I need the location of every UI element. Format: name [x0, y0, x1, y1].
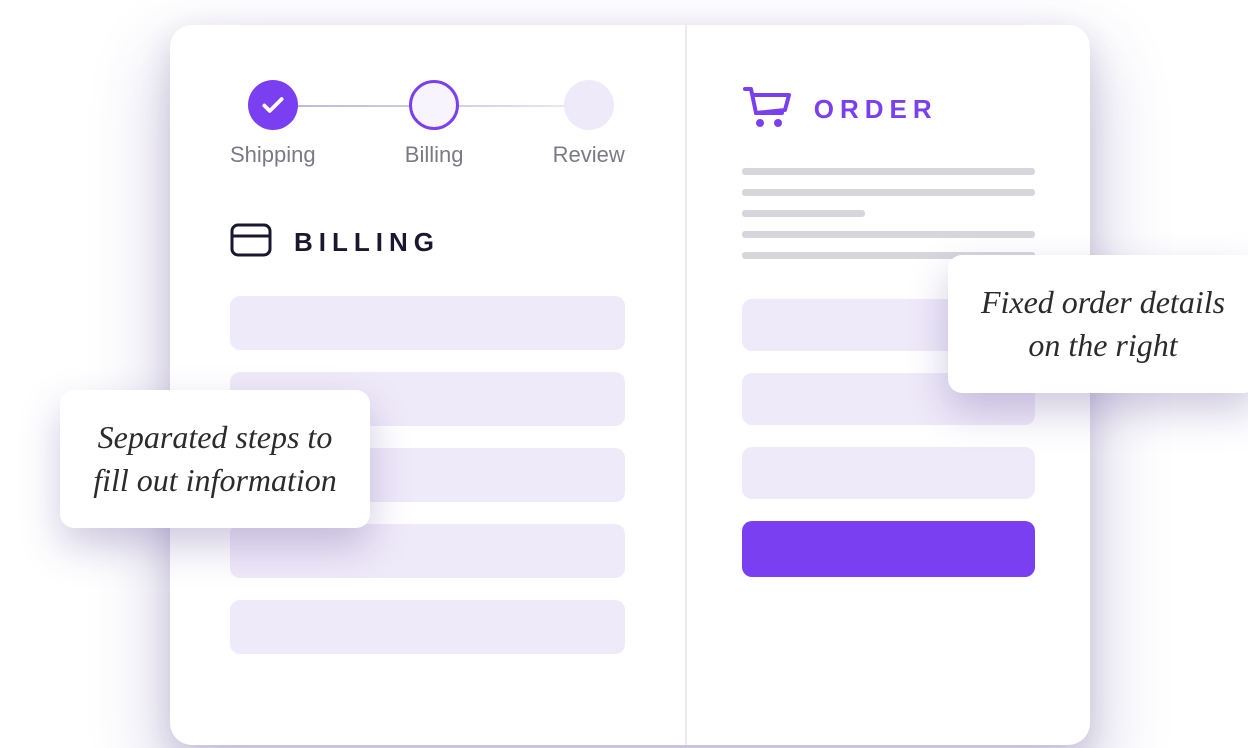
billing-field-5[interactable]	[230, 600, 625, 654]
order-item-3	[742, 447, 1035, 499]
check-icon	[248, 80, 298, 130]
left-panel: Shipping Billing Review BILLING	[170, 25, 687, 745]
step-billing[interactable]: Billing	[405, 80, 464, 168]
step-review-label: Review	[553, 142, 625, 168]
checkout-cta-button[interactable]	[742, 521, 1035, 577]
order-heading: ORDER	[742, 85, 1035, 134]
billing-heading: BILLING	[230, 223, 625, 262]
order-title: ORDER	[814, 94, 938, 125]
billing-field-1[interactable]	[230, 296, 625, 350]
order-summary-lines	[742, 168, 1035, 259]
step-billing-dot	[409, 80, 459, 130]
step-review-dot	[564, 80, 614, 130]
summary-line	[742, 210, 865, 217]
summary-line	[742, 231, 1035, 238]
billing-field-4[interactable]	[230, 524, 625, 578]
step-shipping[interactable]: Shipping	[230, 80, 316, 168]
annotation-left: Separated steps to fill out information	[60, 390, 370, 528]
card-icon	[230, 223, 272, 262]
cart-icon	[742, 85, 792, 134]
step-shipping-label: Shipping	[230, 142, 316, 168]
billing-title: BILLING	[294, 227, 440, 258]
annotation-right: Fixed order details on the right	[948, 255, 1248, 393]
step-review[interactable]: Review	[553, 80, 625, 168]
summary-line	[742, 189, 1035, 196]
summary-line	[742, 168, 1035, 175]
checkout-stepper: Shipping Billing Review	[230, 80, 625, 168]
step-billing-label: Billing	[405, 142, 464, 168]
